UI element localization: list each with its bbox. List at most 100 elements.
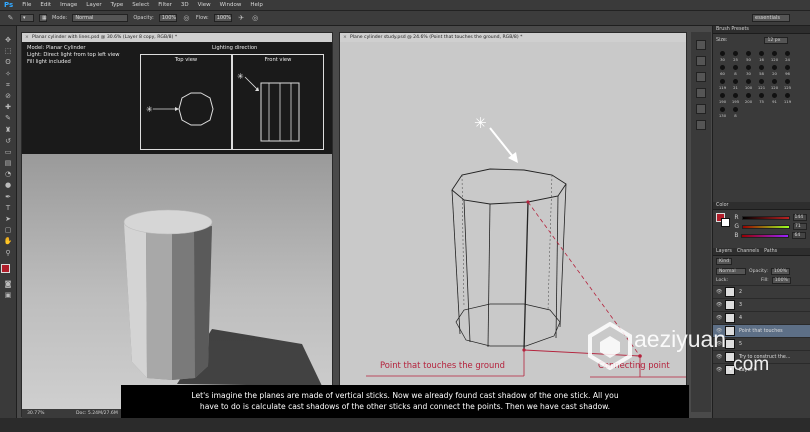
- canvas-right[interactable]: ✳ Point that touches the ground Connecti…: [340, 42, 686, 409]
- pressure-opacity-icon[interactable]: ◎: [182, 14, 191, 23]
- tab-channels[interactable]: Channels: [737, 248, 759, 255]
- visibility-eye-icon[interactable]: 👁: [716, 341, 722, 347]
- mode-select[interactable]: Normal: [72, 14, 129, 22]
- quick-select-icon[interactable]: ✧: [4, 70, 13, 79]
- brush-presets-tab[interactable]: Brush Presets: [713, 26, 810, 34]
- stamp-tool-icon[interactable]: ♜: [4, 126, 13, 135]
- brush-preset[interactable]: 120: [769, 51, 780, 62]
- brush-preset[interactable]: 21: [730, 79, 741, 90]
- brush-preset[interactable]: 200: [743, 93, 754, 104]
- layer-row[interactable]: 👁 3: [713, 298, 810, 311]
- foreground-color-swatch[interactable]: [1, 263, 10, 273]
- gradient-tool-icon[interactable]: ▤: [4, 159, 13, 168]
- lasso-tool-icon[interactable]: ʘ: [4, 58, 13, 67]
- move-tool-icon[interactable]: ✥: [4, 36, 13, 45]
- history-panel-icon[interactable]: [696, 40, 706, 50]
- brush-tool-icon[interactable]: ✎: [4, 114, 13, 123]
- color-slider-g[interactable]: G 71: [731, 222, 807, 231]
- brush-preset[interactable]: 190: [717, 93, 728, 104]
- brush-preset[interactable]: 91: [769, 93, 780, 104]
- slider-track[interactable]: [741, 215, 790, 220]
- dodge-tool-icon[interactable]: ●: [4, 181, 13, 190]
- brush-preset[interactable]: 100: [743, 79, 754, 90]
- brush-preset[interactable]: 60: [717, 65, 728, 76]
- brush-preset[interactable]: 195: [730, 93, 741, 104]
- blur-tool-icon[interactable]: ◔: [4, 170, 13, 179]
- menu-view[interactable]: View: [198, 2, 211, 8]
- paragraph-panel-icon[interactable]: [696, 104, 706, 114]
- brush-preset[interactable]: 8: [730, 107, 741, 118]
- menu-select[interactable]: Select: [132, 2, 149, 8]
- healing-tool-icon[interactable]: ✚: [4, 103, 13, 112]
- tab-paths[interactable]: Paths: [764, 248, 777, 255]
- menu-file[interactable]: File: [22, 2, 31, 8]
- slider-track[interactable]: [741, 233, 790, 238]
- actions-panel-icon[interactable]: [696, 56, 706, 66]
- hand-tool-icon[interactable]: ✋: [4, 237, 13, 246]
- layer-opacity-field[interactable]: 100%: [770, 268, 791, 275]
- marquee-tool-icon[interactable]: ⬚: [4, 47, 13, 56]
- visibility-eye-icon[interactable]: 👁: [716, 328, 722, 334]
- swatches-panel-icon[interactable]: [696, 120, 706, 130]
- zoom-readout[interactable]: 30.77%: [27, 411, 45, 416]
- crop-tool-icon[interactable]: ⌗: [4, 81, 13, 90]
- menu-help[interactable]: Help: [250, 2, 263, 8]
- workspace-select[interactable]: essentials: [752, 14, 790, 22]
- color-swatches[interactable]: [1, 263, 15, 278]
- slider-track[interactable]: [742, 224, 790, 229]
- flow-field[interactable]: 100%: [213, 14, 232, 22]
- layer-row[interactable]: 👁 5: [713, 337, 810, 350]
- tab-layers[interactable]: Layers: [716, 248, 732, 255]
- brush-preset[interactable]: 96: [782, 65, 793, 76]
- layer-row[interactable]: 👁 4: [713, 311, 810, 324]
- brush-preset[interactable]: 121: [756, 79, 767, 90]
- brush-preset[interactable]: 16: [756, 51, 767, 62]
- history-brush-icon[interactable]: ↺: [4, 137, 13, 146]
- brush-preset[interactable]: 130: [717, 107, 728, 118]
- close-icon[interactable]: ×: [343, 33, 347, 42]
- type-tool-icon[interactable]: T: [4, 204, 13, 213]
- brush-preset[interactable]: 24: [782, 51, 793, 62]
- eyedropper-tool-icon[interactable]: ⊘: [4, 92, 13, 101]
- brush-preset-picker[interactable]: ▾: [20, 14, 34, 22]
- menu-filter[interactable]: Filter: [158, 2, 172, 8]
- color-slider-b[interactable]: B 64: [731, 231, 807, 240]
- zoom-tool-icon[interactable]: ⚲: [4, 249, 13, 258]
- background-color-swatch[interactable]: [721, 218, 730, 227]
- canvas-left[interactable]: Model: Planar Cylinder Light: Direct lig…: [22, 42, 332, 409]
- visibility-eye-icon[interactable]: 👁: [716, 315, 722, 321]
- brush-preset[interactable]: 120: [769, 79, 780, 90]
- close-icon[interactable]: ×: [25, 33, 29, 42]
- slider-value[interactable]: 71: [793, 223, 807, 230]
- brush-tool-icon[interactable]: ✎: [6, 14, 15, 23]
- navigator-panel-icon[interactable]: [696, 72, 706, 82]
- pressure-size-icon[interactable]: ◎: [251, 14, 260, 23]
- size-field[interactable]: 12 px: [764, 37, 789, 44]
- layer-row[interactable]: 👁 Try to construct the...: [713, 350, 810, 363]
- screen-mode-icon[interactable]: ▣: [4, 291, 13, 300]
- shape-tool-icon[interactable]: ▢: [4, 226, 13, 235]
- opacity-field[interactable]: 100%: [158, 14, 177, 22]
- brush-preset[interactable]: 125: [782, 79, 793, 90]
- menu-edit[interactable]: Edit: [40, 2, 51, 8]
- slider-value[interactable]: 64: [792, 232, 807, 239]
- brush-preset[interactable]: 50: [743, 51, 754, 62]
- color-panel-swatches[interactable]: [716, 213, 730, 227]
- path-select-icon[interactable]: ➤: [4, 215, 13, 224]
- layer-row[interactable]: 👁 Layer 6: [713, 363, 810, 376]
- menu-type[interactable]: Type: [111, 2, 124, 8]
- visibility-eye-icon[interactable]: 👁: [716, 354, 722, 360]
- menu-image[interactable]: Image: [60, 2, 77, 8]
- layer-row[interactable]: 👁 2: [713, 285, 810, 298]
- blend-mode-select[interactable]: Normal: [716, 268, 746, 275]
- menu-layer[interactable]: Layer: [86, 2, 101, 8]
- menu-3d[interactable]: 3D: [181, 2, 189, 8]
- quick-mask-icon[interactable]: ◙: [4, 280, 13, 289]
- character-panel-icon[interactable]: [696, 88, 706, 98]
- color-tab[interactable]: Color: [713, 202, 810, 210]
- brush-preset[interactable]: 119: [782, 93, 793, 104]
- slider-value[interactable]: 144: [792, 214, 807, 221]
- brush-preset[interactable]: 58: [756, 65, 767, 76]
- brush-preset[interactable]: 30: [717, 51, 728, 62]
- color-slider-r[interactable]: R 144: [731, 213, 807, 222]
